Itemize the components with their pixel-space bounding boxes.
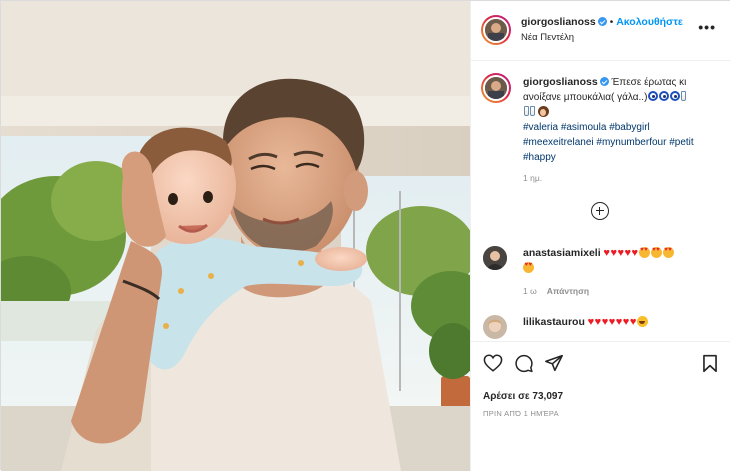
baby-bottle-emoji-icon: [524, 106, 529, 116]
likes-count[interactable]: Αρέσει σε 73,097: [483, 391, 563, 402]
load-more-comments-icon[interactable]: [591, 202, 609, 220]
reply-button[interactable]: Απάντηση: [547, 286, 589, 296]
caption-username[interactable]: giorgoslianoss: [523, 76, 598, 88]
comment-item: anastasiamixeli ♥♥♥♥♥: [523, 246, 723, 276]
share-direct-icon[interactable]: [544, 354, 564, 372]
laughing-emoji-icon: [636, 316, 648, 327]
posted-time[interactable]: ΠΡΙΝ ΑΠΌ 1 ΗΜΈΡΑ: [483, 409, 559, 418]
red-heart-emoji-icon: ♥♥♥♥♥: [603, 247, 639, 259]
post-header: giorgoslianoss • Ακολουθήστε Νέα Πεντέλη •…: [471, 1, 730, 61]
post-location[interactable]: Νέα Πεντέλη: [521, 32, 574, 43]
hashtag[interactable]: #babygirl: [609, 122, 650, 133]
hashtag[interactable]: #happy: [523, 152, 556, 163]
hashtag[interactable]: #mynumberfour: [596, 137, 666, 148]
caption-time[interactable]: 1 ημ.: [523, 173, 542, 183]
evil-eye-emoji-icon: [648, 91, 659, 101]
baby-and-father-photo: [1, 1, 470, 471]
like-heart-icon[interactable]: [483, 354, 503, 372]
heart-eyes-emoji-icon: [650, 247, 662, 258]
evil-eye-emoji-icon: [659, 91, 670, 101]
caption-author-avatar[interactable]: [481, 73, 511, 103]
avatar-image-icon: [485, 77, 507, 99]
baby-bottle-emoji-icon: [681, 91, 687, 101]
follow-button[interactable]: Ακολουθήστε: [616, 16, 683, 28]
comment-bubble-icon[interactable]: [514, 354, 534, 373]
heart-eyes-emoji-icon: [638, 247, 650, 258]
comment-item: lilikastaurou ♥♥♥♥♥♥♥: [523, 315, 723, 330]
heart-eyes-emoji-icon: [662, 247, 674, 258]
separator-dot: •: [609, 17, 614, 28]
hashtag[interactable]: #petit: [669, 137, 693, 148]
comment-meta: 1 ω Απάντηση: [523, 286, 589, 296]
comment-username[interactable]: anastasiamixeli: [523, 247, 601, 259]
comment-username[interactable]: lilikastaurou: [523, 316, 585, 328]
post-actions-bar: Αρέσει σε 73,097 ΠΡΙΝ ΑΠΌ 1 ΗΜΈΡΑ: [471, 341, 730, 471]
more-options-icon[interactable]: •••: [698, 20, 716, 34]
verified-badge-icon: [597, 17, 607, 26]
evil-eye-emoji-icon: [670, 91, 681, 101]
author-avatar[interactable]: [481, 15, 511, 45]
heart-eyes-emoji-icon: [523, 262, 534, 273]
avatar-image-icon: [483, 246, 507, 270]
hashtag[interactable]: #asimoula: [561, 122, 607, 133]
girl-emoji-icon: [537, 106, 549, 117]
comment-time[interactable]: 1 ω: [523, 286, 537, 296]
instagram-post-frame: giorgoslianoss • Ακολουθήστε Νέα Πεντέλη •…: [0, 0, 730, 471]
avatar-image-icon: [483, 315, 507, 339]
verified-badge-icon: [599, 77, 609, 86]
baby-bottle-emoji-icon: [530, 106, 535, 116]
post-photo[interactable]: [1, 1, 470, 471]
red-heart-emoji-icon: ♥♥♥♥♥♥♥: [587, 316, 637, 328]
post-side-panel: giorgoslianoss • Ακολουθήστε Νέα Πεντέλη •…: [470, 1, 730, 471]
commenter-avatar[interactable]: [483, 315, 507, 339]
post-caption: giorgoslianoss Έπεσε έρωτας κι ανοίξανε …: [523, 75, 723, 165]
avatar-image-icon: [485, 19, 507, 41]
hashtag[interactable]: #meexeitrelanei: [523, 137, 594, 148]
save-bookmark-icon[interactable]: [702, 354, 718, 373]
author-username[interactable]: giorgoslianoss: [521, 16, 596, 28]
commenter-avatar[interactable]: [483, 246, 507, 270]
hashtag[interactable]: #valeria: [523, 122, 558, 133]
